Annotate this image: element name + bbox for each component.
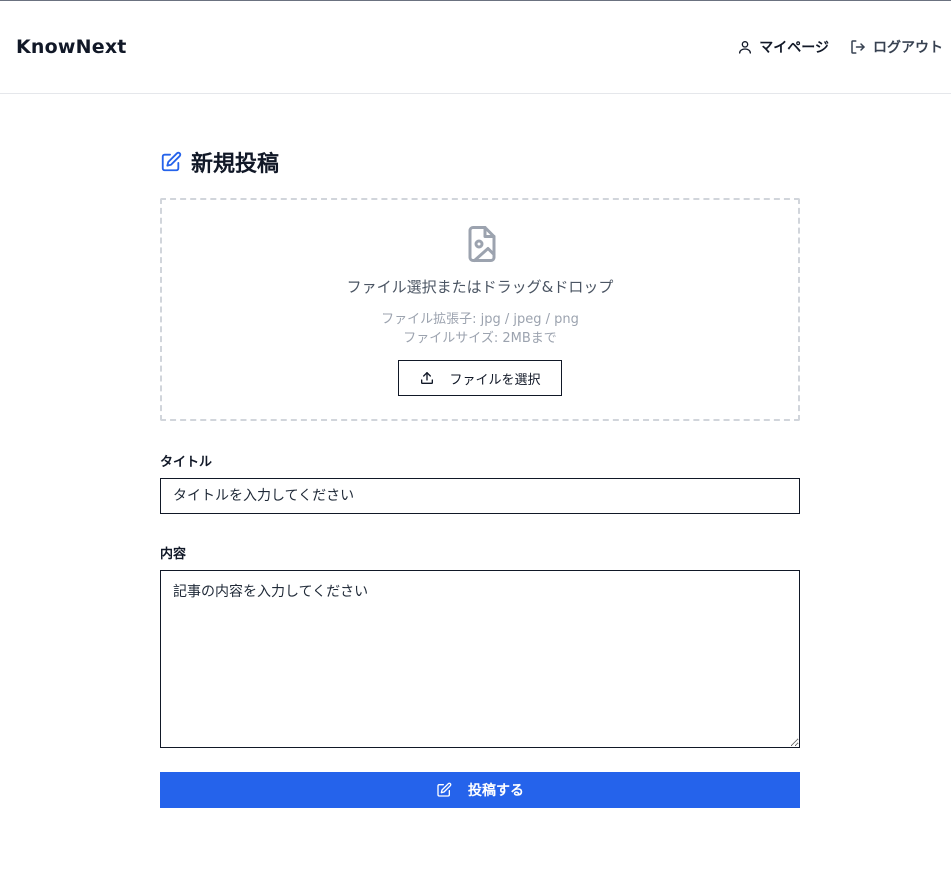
upload-icon xyxy=(421,372,434,384)
page-title-text: 新規投稿 xyxy=(191,152,280,177)
image-file-icon xyxy=(468,226,496,262)
brand-logo[interactable]: KnowNext xyxy=(16,36,127,58)
logout-link[interactable]: ログアウト xyxy=(849,37,943,57)
mypage-link[interactable]: マイページ xyxy=(737,37,829,57)
app-header: KnowNext マイページ ログアウト xyxy=(0,1,951,94)
dropzone-extensions-text: ファイル拡張子: jpg / jpeg / png xyxy=(381,312,579,327)
logout-icon xyxy=(851,40,865,54)
content-textarea[interactable] xyxy=(160,570,800,748)
select-file-button[interactable]: ファイルを選択 xyxy=(398,360,562,396)
file-dropzone[interactable]: ファイル選択またはドラッグ&ドロップ ファイル拡張子: jpg / jpeg /… xyxy=(160,198,800,421)
select-file-label: ファイルを選択 xyxy=(449,372,541,388)
title-label: タイトル xyxy=(160,455,213,470)
submit-post-label: 投稿する xyxy=(468,782,524,798)
submit-post-button[interactable]: 投稿する xyxy=(160,772,800,808)
content-label: 内容 xyxy=(160,547,187,562)
page-title: 新規投稿 xyxy=(160,146,279,178)
user-icon xyxy=(739,41,752,54)
edit-icon xyxy=(437,782,452,797)
edit-icon xyxy=(161,151,182,172)
logout-label: ログアウト xyxy=(873,40,943,56)
dropzone-size-text: ファイルサイズ: 2MBまで xyxy=(403,331,557,346)
dropzone-main-text: ファイル選択またはドラッグ&ドロップ xyxy=(346,278,614,296)
title-input[interactable] xyxy=(160,478,800,514)
header-nav: マイページ ログアウト xyxy=(717,37,943,57)
mypage-label: マイページ xyxy=(759,40,829,56)
